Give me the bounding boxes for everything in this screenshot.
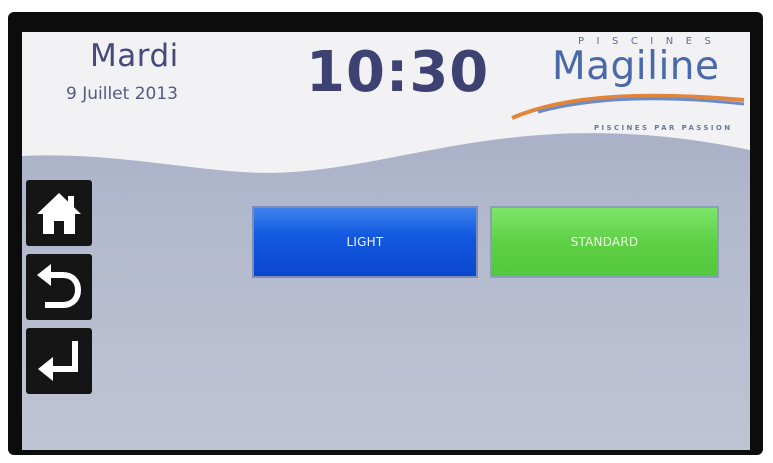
enter-return-icon (38, 341, 78, 381)
logo-brand-name: Magiline (552, 44, 720, 89)
date-label: 9 Juillet 2013 (66, 84, 178, 104)
light-mode-button[interactable]: LIGHT (252, 206, 478, 278)
undo-arrow-icon (37, 264, 82, 308)
clock-time: 10:30 (306, 40, 490, 105)
home-icon (37, 193, 81, 234)
brand-logo: PISCINES Magiline PISCINES PAR PASSION (508, 36, 748, 136)
back-button[interactable] (26, 254, 92, 320)
standard-mode-button[interactable]: STANDARD (490, 206, 719, 278)
home-button[interactable] (26, 180, 92, 246)
logo-swoosh-icon (511, 93, 745, 120)
logo-tagline: PISCINES PAR PASSION (594, 124, 733, 132)
enter-button[interactable] (26, 328, 92, 394)
day-label: Mardi (90, 38, 179, 74)
touch-screen: Mardi 9 Juillet 2013 10:30 PISCINES Magi… (22, 32, 750, 450)
